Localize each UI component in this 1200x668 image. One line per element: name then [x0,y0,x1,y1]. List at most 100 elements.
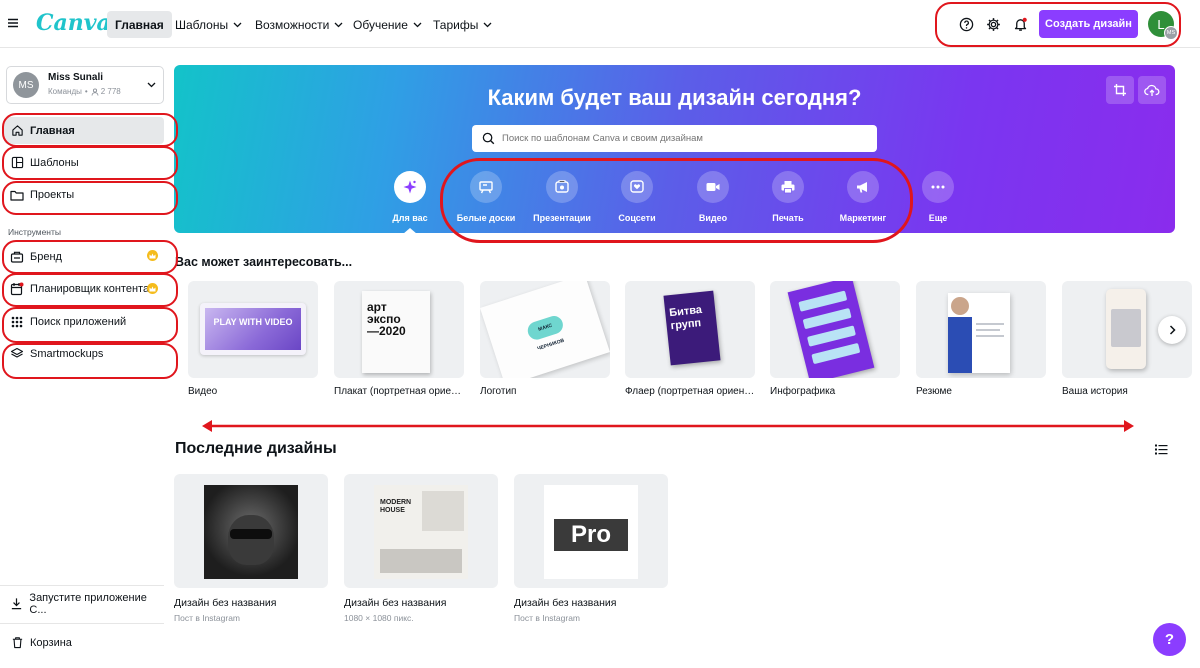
heart-icon [621,171,653,203]
home-icon [4,124,30,137]
suggestion-label-infographic[interactable]: Инфографика [770,386,900,397]
download-icon [4,597,29,610]
sidebar-item-label: Проекты [30,188,75,201]
top-bar: Canva Главная Шаблоны Возможности Обучен… [0,0,1200,48]
category-video[interactable]: Видео [678,171,748,223]
sidebar-item-home[interactable]: Главная [4,117,164,144]
category-marketing[interactable]: Маркетинг [828,171,898,223]
sidebar-item-smartmockups[interactable]: Smartmockups [4,340,164,367]
category-for-you[interactable]: Для вас [375,171,445,223]
active-category-pointer [403,228,417,234]
suggestion-card-flyer[interactable]: Битва групп [625,281,755,378]
list-view-icon[interactable] [1155,444,1168,455]
carousel-next-button[interactable] [1158,316,1186,344]
suggestion-card-infographic[interactable] [770,281,900,378]
suggestion-card-resume[interactable] [916,281,1046,378]
settings-icon[interactable] [982,13,1004,35]
search-bar[interactable] [472,125,877,152]
nav-templates-label: Шаблоны [175,17,229,32]
sidebar-item-apps[interactable]: Поиск приложений [4,308,164,335]
sidebar-item-brand[interactable]: Бренд [4,243,164,270]
recent-design-subtitle: 1080 × 1080 пикс. [344,613,414,623]
sidebar-item-download-app[interactable]: Запустите приложение С... [4,590,164,617]
avatar-letter: L [1157,16,1165,32]
apps-grid-icon [4,316,30,328]
printer-icon [772,171,804,203]
team-members-count: 2 778 [100,87,121,96]
sidebar-divider [0,585,164,586]
nav-learn-label: Обучение [353,17,408,32]
chevron-down-icon [413,22,422,28]
suggestion-card-logo[interactable]: МАКС ЧЕРНИКОВ [480,281,610,378]
nav-learn[interactable]: Обучение [345,11,430,38]
bell-icon[interactable] [1009,13,1031,35]
nav-pricing[interactable]: Тарифы [425,11,500,38]
category-label: Печать [772,213,804,223]
category-presentations[interactable]: Презентации [527,171,597,223]
video-thumb-text: PLAY WITH VIDEO [213,317,293,327]
category-print[interactable]: Печать [753,171,823,223]
suggestion-label-poster[interactable]: Плакат (портретная ориентация) [334,386,464,397]
upload-cloud-icon[interactable] [1138,76,1166,104]
poster-thumb: арт экспо —2020 [362,291,430,373]
user-name: Miss Sunali [48,72,104,83]
crop-icon[interactable] [1106,76,1134,104]
suggestion-card-poster[interactable]: арт экспо —2020 [334,281,464,378]
whiteboard-icon [470,171,502,203]
canva-home: Canva Главная Шаблоны Возможности Обучен… [0,0,1200,668]
category-whiteboards[interactable]: Белые доски [451,171,521,223]
search-input[interactable] [502,133,872,144]
help-icon[interactable] [955,13,977,35]
recent-design-card[interactable]: Pro [514,474,668,588]
chevron-down-icon [147,82,156,88]
sidebar-item-projects[interactable]: Проекты [4,181,164,208]
recent-design-title[interactable]: Дизайн без названия [344,597,446,609]
video-thumb: PLAY WITH VIDEO [200,303,306,355]
recent-design-title[interactable]: Дизайн без названия [174,597,276,609]
people-icon [91,87,99,96]
team-info: Команды • 2 778 [48,87,121,96]
recent-design-title[interactable]: Дизайн без названия [514,597,616,609]
suggestion-label-logo[interactable]: Логотип [480,386,610,397]
nav-templates[interactable]: Шаблоны [167,11,250,38]
nav-features[interactable]: Возможности [247,11,351,38]
recent-design-card[interactable]: MODERN HOUSE [344,474,498,588]
nav-pricing-label: Тарифы [433,17,479,32]
suggestion-card-video[interactable]: PLAY WITH VIDEO [188,281,318,378]
story-thumb [1106,289,1146,369]
recent-thumb-house: MODERN HOUSE [374,485,468,579]
chevron-down-icon [334,22,343,28]
suggestions-heading: Вас может заинтересовать... [175,255,353,269]
recent-design-card[interactable] [174,474,328,588]
recent-thumb-pro: Pro [544,485,638,579]
category-social[interactable]: Соцсети [602,171,672,223]
trash-icon [4,636,30,649]
category-label: Белые доски [456,213,516,223]
sidebar-item-content-planner[interactable]: Планировщик контента [4,275,164,302]
sidebar-item-label: Smartmockups [30,347,104,360]
suggestion-label-flyer[interactable]: Флаер (портретная ориентация) [625,386,755,397]
nav-home[interactable]: Главная [107,11,172,38]
hamburger-icon[interactable] [7,17,19,29]
templates-icon [4,156,30,169]
sidebar-item-trash[interactable]: Корзина [4,629,164,656]
more-icon [922,171,954,203]
help-fab-button[interactable]: ? [1153,623,1186,656]
category-more[interactable]: Еще [903,171,973,223]
sidebar-item-templates[interactable]: Шаблоны [4,149,164,176]
create-design-button[interactable]: Создать дизайн [1039,10,1138,38]
suggestion-label-story[interactable]: Ваша история [1062,386,1172,397]
suggestion-label-resume[interactable]: Резюме [916,386,1046,397]
sidebar-item-label: Поиск приложений [30,315,127,328]
flyer-thumb-text: Битва групп [668,303,703,333]
team-switcher[interactable]: MS Miss Sunali Команды • 2 778 [6,66,164,104]
category-label: Видео [698,213,728,223]
sidebar-item-label: Бренд [30,250,62,263]
recent-thumb-dog [204,485,298,579]
category-label: Еще [928,213,948,223]
suggestion-label-video[interactable]: Видео [188,386,318,397]
canva-logo[interactable]: Canva [36,10,111,36]
crown-icon [147,283,158,294]
category-label: Маркетинг [839,213,887,223]
sidebar-item-label: Главная [30,124,75,137]
